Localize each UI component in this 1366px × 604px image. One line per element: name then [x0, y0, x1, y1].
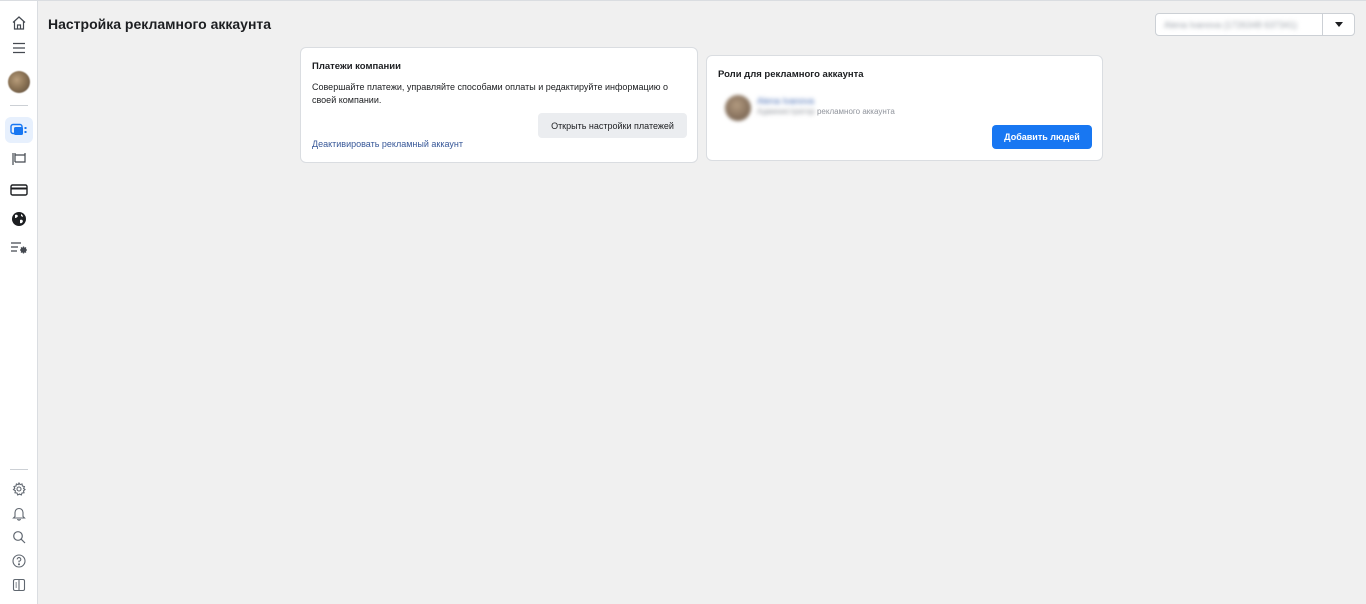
roles-card: Роли для рекламного аккаунта Alena Ivano… [706, 55, 1103, 161]
person-role: Администратор рекламного аккаунта [757, 107, 895, 116]
add-people-button[interactable]: Добавить людей [992, 125, 1092, 149]
person-avatar [725, 95, 751, 121]
payments-card-description: Совершайте платежи, управляйте способами… [312, 82, 668, 105]
sidebar-divider [10, 469, 28, 470]
avatar[interactable] [8, 71, 30, 93]
person-name[interactable]: Alena Ivanova [757, 96, 814, 106]
person-role-prefix: Администратор [757, 107, 815, 116]
deactivate-account-link[interactable]: Деактивировать рекламный аккаунт [312, 139, 463, 149]
credit-card-icon[interactable] [5, 177, 33, 203]
sidebar-divider [10, 105, 28, 106]
sidebar [0, 1, 38, 604]
open-payment-settings-button[interactable]: Открыть настройки платежей [538, 113, 687, 138]
caret-down-icon[interactable] [1322, 14, 1354, 35]
page-title: Настройка рекламного аккаунта [48, 16, 272, 32]
home-icon[interactable] [5, 10, 33, 36]
roles-card-title: Роли для рекламного аккаунта [718, 69, 864, 80]
panel-icon[interactable] [5, 572, 33, 598]
gear-icon[interactable] [5, 476, 33, 502]
payments-card: Платежи компании Совершайте платежи, упр… [300, 47, 698, 163]
menu-icon[interactable] [5, 35, 33, 61]
bell-icon[interactable] [5, 500, 33, 526]
flag-icon[interactable] [5, 146, 33, 172]
person-role-suffix: рекламного аккаунта [816, 107, 895, 116]
account-selector-value: Alena Ivanova (1726348 637341) [1164, 19, 1298, 30]
account-selector[interactable]: Alena Ivanova (1726348 637341) [1155, 13, 1355, 36]
ad-account-icon[interactable] [5, 117, 33, 143]
list-settings-icon[interactable] [5, 235, 33, 261]
top-border [0, 0, 1366, 1]
payments-card-title: Платежи компании [312, 61, 401, 72]
globe-icon[interactable] [5, 206, 33, 232]
help-icon[interactable] [5, 548, 33, 574]
search-icon[interactable] [5, 524, 33, 550]
